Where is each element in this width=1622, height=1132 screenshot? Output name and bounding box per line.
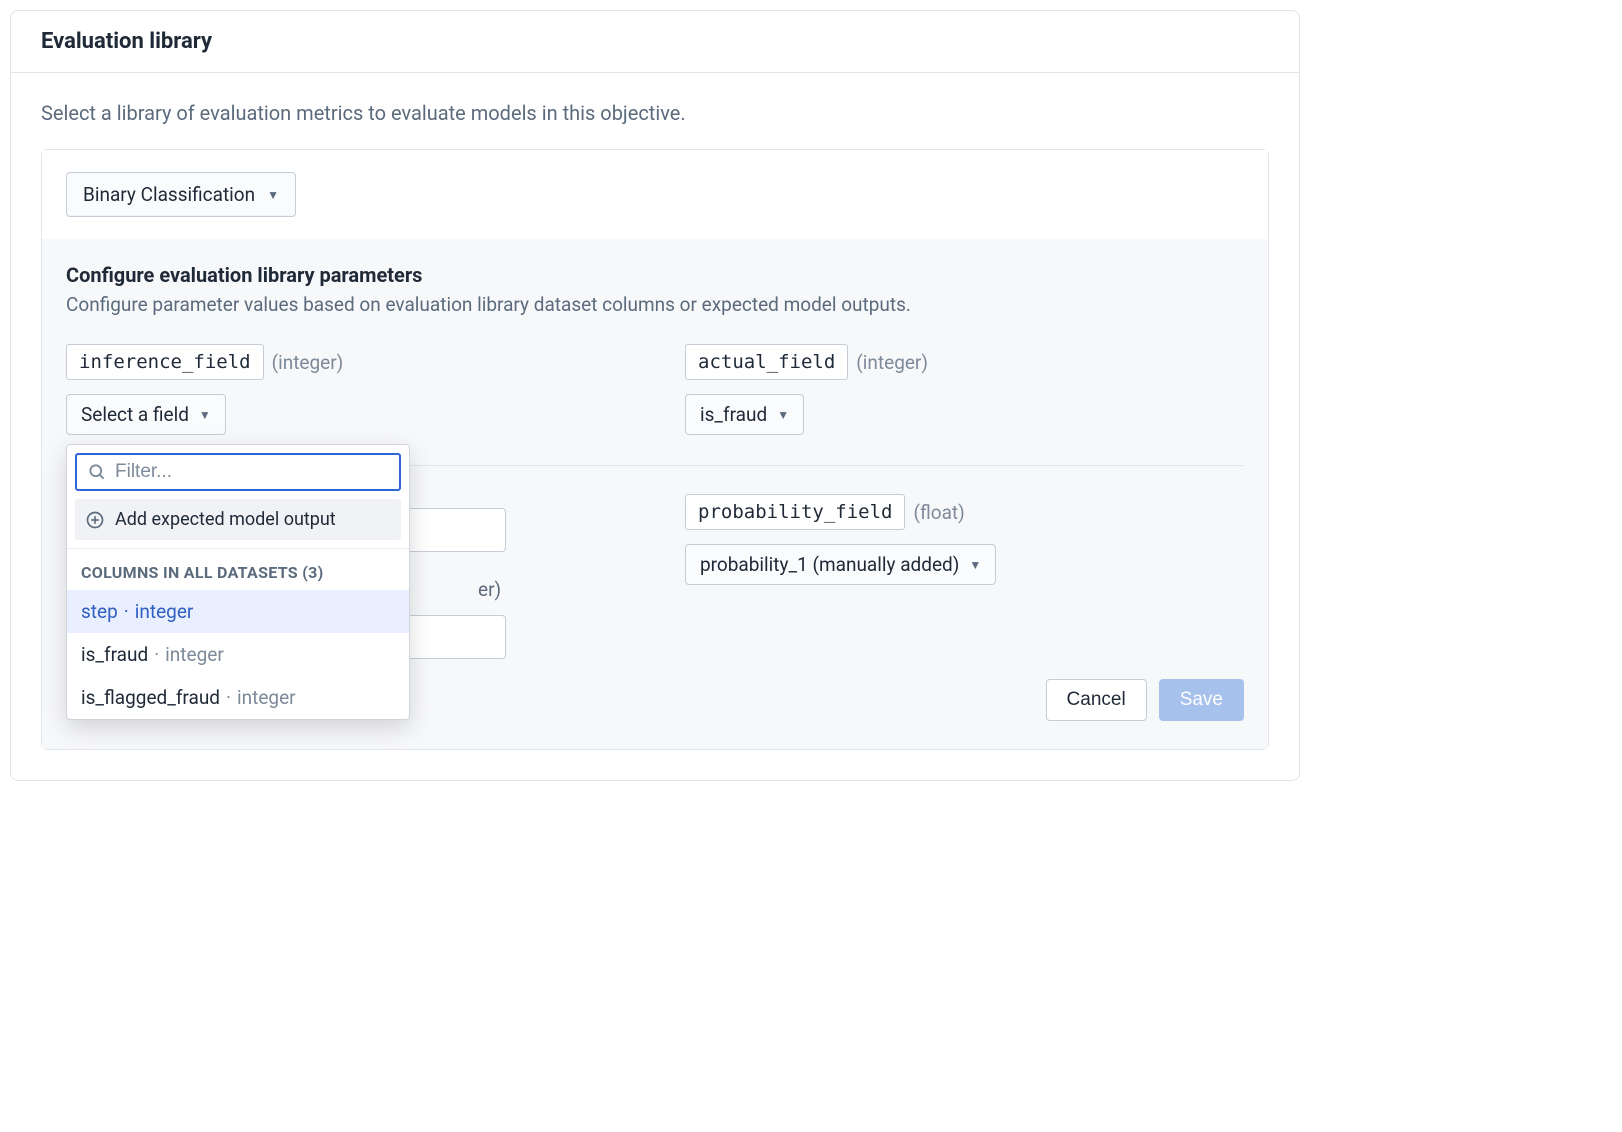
column-type: integer bbox=[237, 686, 296, 709]
column-name: step bbox=[81, 600, 118, 623]
cancel-button[interactable]: Cancel bbox=[1046, 679, 1147, 721]
popover-filter-input[interactable] bbox=[115, 461, 389, 483]
panel-title: Evaluation library bbox=[41, 29, 1269, 54]
param-probability-field: probability_field (float) probability_1 … bbox=[685, 494, 1244, 659]
panel-body: Select a library of evaluation metrics t… bbox=[11, 73, 1299, 780]
caret-down-icon: ▼ bbox=[199, 408, 211, 422]
actual-field-select[interactable]: is_fraud ▼ bbox=[685, 394, 804, 435]
field-select-label: Select a field bbox=[81, 403, 189, 426]
popover-item-step[interactable]: step · integer bbox=[67, 590, 409, 633]
params-heading: Configure evaluation library parameters bbox=[66, 263, 1244, 287]
search-icon bbox=[87, 462, 107, 482]
column-type: integer bbox=[165, 643, 224, 666]
separator-dot: · bbox=[124, 600, 129, 623]
param-row-1: inference_field (integer) Select a field… bbox=[66, 344, 1244, 435]
panel-header: Evaluation library bbox=[11, 11, 1299, 73]
evaluation-library-panel: Evaluation library Select a library of e… bbox=[10, 10, 1300, 781]
field-select-label: is_fraud bbox=[700, 403, 767, 426]
param-inference-field: inference_field (integer) Select a field… bbox=[66, 344, 625, 435]
param-name: probability_field bbox=[685, 494, 905, 530]
popover-item-is-flagged-fraud[interactable]: is_flagged_fraud · integer bbox=[67, 676, 409, 719]
param-type: (float) bbox=[913, 501, 964, 524]
param-grid: inference_field (integer) Select a field… bbox=[66, 344, 1244, 659]
param-name: inference_field bbox=[66, 344, 264, 380]
column-name: is_flagged_fraud bbox=[81, 686, 220, 709]
inference-field-select[interactable]: Select a field ▼ bbox=[66, 394, 226, 435]
library-dropdown[interactable]: Binary Classification ▼ bbox=[66, 172, 296, 217]
params-sub: Configure parameter values based on eval… bbox=[66, 293, 1244, 316]
param-type: (integer) bbox=[272, 351, 344, 374]
plus-circle-icon bbox=[85, 510, 105, 530]
caret-down-icon: ▼ bbox=[267, 188, 279, 202]
library-dropdown-label: Binary Classification bbox=[83, 183, 255, 206]
param-name: actual_field bbox=[685, 344, 848, 380]
popover-item-is-fraud[interactable]: is_fraud · integer bbox=[67, 633, 409, 676]
probability-field-select[interactable]: probability_1 (manually added) ▼ bbox=[685, 544, 996, 585]
field-select-popover: Add expected model output COLUMNS IN ALL… bbox=[66, 444, 410, 720]
separator-dot: · bbox=[226, 686, 231, 709]
config-box: Binary Classification ▼ Configure evalua… bbox=[41, 149, 1269, 750]
popover-column-list: step · integer is_fraud · integer bbox=[67, 590, 409, 719]
params-section: Configure evaluation library parameters … bbox=[42, 239, 1268, 749]
param-actual-field: actual_field (integer) is_fraud ▼ bbox=[685, 344, 1244, 435]
field-select-label: probability_1 (manually added) bbox=[700, 553, 959, 576]
library-select-row: Binary Classification ▼ bbox=[42, 150, 1268, 239]
add-expected-output[interactable]: Add expected model output bbox=[75, 499, 401, 540]
intro-text: Select a library of evaluation metrics t… bbox=[41, 101, 1269, 125]
popover-section-header: COLUMNS IN ALL DATASETS (3) bbox=[67, 549, 409, 590]
caret-down-icon: ▼ bbox=[969, 558, 981, 572]
separator-dot: · bbox=[154, 643, 159, 666]
param-type: (integer) bbox=[856, 351, 928, 374]
column-type: integer bbox=[135, 600, 194, 623]
popover-filter-wrap[interactable] bbox=[75, 453, 401, 491]
add-expected-output-label: Add expected model output bbox=[115, 509, 336, 530]
save-button[interactable]: Save bbox=[1159, 679, 1244, 721]
caret-down-icon: ▼ bbox=[777, 408, 789, 422]
column-name: is_fraud bbox=[81, 643, 148, 666]
